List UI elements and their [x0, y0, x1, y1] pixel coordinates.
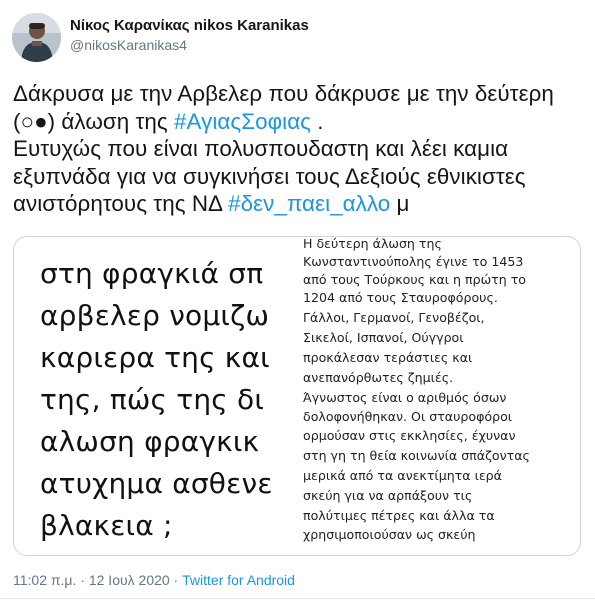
media-right-line: Άγνωστος είναι ο αριθμός όσων — [303, 390, 507, 405]
media-right-line: πολύτιμες πέτρες και άλλα τα — [303, 508, 495, 523]
media-right-line: Γάλλοι, Γερμανοί, Γενοβέζοι, — [303, 310, 485, 325]
tweet-line-5: ανιστόρητους της ΝΔ #δεν_παει_αλλο μ — [13, 190, 588, 218]
media-right-line: σκεύη για να αρπάξουν τις — [303, 488, 473, 503]
media-right-line: Σικελοί, Ισπανοί, Ούγγροι — [303, 330, 464, 345]
media-right-line: χρησιμοποιούσαν ως σκεύη — [303, 527, 476, 542]
media-right-line: από τους Τούρκους και η πρώτη το — [303, 272, 526, 287]
media-left-line: στη φραγκιά σπ — [40, 257, 264, 290]
tweet-line-4: εξυπνάδα για να συγκινήσει τους Δεξιούς … — [13, 163, 526, 189]
tweet-client-link[interactable]: Twitter for Android — [182, 572, 295, 588]
tweet-line-1: Δάκρυσα με την Αρβελερ που δάκρυσε με τη… — [13, 81, 554, 106]
avatar[interactable] — [12, 13, 61, 62]
avatar-photo-icon — [12, 13, 61, 62]
hashtag-link-agia-sofia[interactable]: #ΑγιαςΣοφιας — [174, 109, 311, 134]
tweet-text: Δάκρυσα με την Αρβελερ που δάκρυσε με τη… — [13, 80, 588, 218]
media-left-line: της, πώς της δι — [40, 383, 265, 416]
media-right-panel: Η δεύτερη άλωση της Κωνσταντινούπολης έγ… — [292, 237, 580, 555]
tweet-line-2: (○●) άλωση της #ΑγιαςΣοφιας . — [13, 108, 588, 136]
media-right-line: δολοφονήθηκαν. Οι σταυροφόροι — [303, 409, 513, 424]
media-left-line: αρβελερ νομιζω — [40, 299, 270, 332]
media-left-panel: στη φραγκιά σπ αρβελερ νομιζω καριερα τη… — [14, 237, 284, 555]
media-right-line: στη γη τη θεία κοινωνία σπάζοντας — [303, 448, 530, 463]
media-right-line: Η δεύτερη άλωση της — [303, 237, 442, 251]
tweet-line-5-suffix: μ — [390, 191, 410, 216]
tweet-time[interactable]: 11:02 π.μ. — [13, 572, 76, 588]
author-handle[interactable]: @nikosKaranikas4 — [70, 37, 187, 53]
tweet-date[interactable]: 12 Ιουλ 2020 — [89, 572, 170, 588]
tweet-line-5-text: ανιστόρητους της ΝΔ — [13, 191, 229, 216]
media-left-line: καριερα της και — [40, 341, 270, 374]
media-left-line: ατυχημα ασθενε — [40, 467, 273, 500]
meta-separator: · — [76, 572, 89, 588]
media-right-line: μερικά από τα ανεκτίμητα ιερά — [303, 468, 502, 483]
media-right-line: ορμούσαν στις εκκλησίες, έχυναν — [303, 428, 516, 443]
media-right-line: προκάλεσαν τεράστιες και — [303, 350, 473, 365]
media-right-line: Κωνσταντινούπολης έγινε το 1453 — [303, 254, 524, 269]
tweet-line-3: Ευτυχώς που είναι πολυσπουδαστη και λέει… — [13, 136, 509, 161]
divider — [0, 598, 595, 599]
media-right-line: ανεπανόρθωτες ζημιές. — [303, 370, 454, 385]
tweet-line-2-text: (○●) άλωση της — [13, 108, 175, 134]
tweet-media-image[interactable]: στη φραγκιά σπ αρβελερ νομιζω καριερα τη… — [13, 236, 581, 556]
meta-separator: · — [169, 572, 183, 588]
media-left-line: βλακεια ; — [40, 509, 173, 542]
media-left-line: αλωση φραγκικ — [40, 425, 260, 458]
tweet-meta: 11:02 π.μ. · 12 Ιουλ 2020 · Twitter for … — [13, 572, 295, 588]
media-right-line: 1204 από τους Σταυροφόρους. — [303, 290, 498, 305]
hashtag-link-den-paei-allo[interactable]: #δεν_παει_αλλο — [228, 191, 390, 216]
author-display-name[interactable]: Νίκος Καρανίκας nikos Karanikas — [70, 17, 309, 34]
tweet-line-2-suffix: . — [311, 108, 324, 134]
